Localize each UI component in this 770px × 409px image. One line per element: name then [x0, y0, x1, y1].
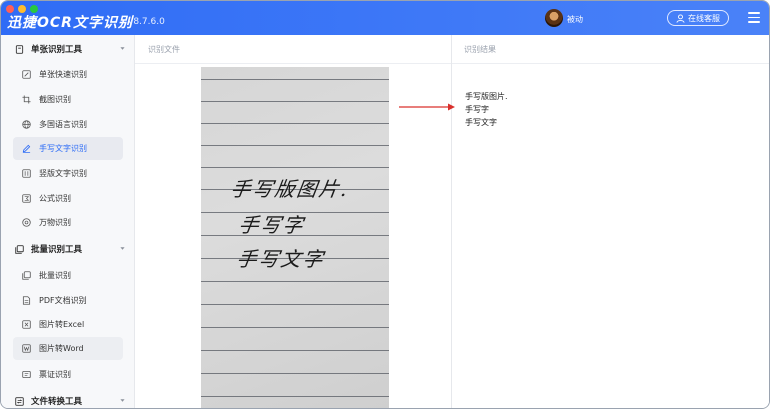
- sidebar-group-single[interactable]: 单张识别工具: [1, 37, 134, 61]
- chevron-down-icon: [120, 47, 125, 50]
- main-content: 识别文件 识别结果 手写版图片. 手写字 手写文字 手写版图片. 手写字 手写文…: [135, 35, 769, 408]
- sidebar-group-label: 批量识别工具: [31, 245, 83, 255]
- result-line: 手写字: [465, 105, 489, 114]
- sidebar-item-label: 万物识别: [39, 218, 71, 227]
- pen-icon: [22, 144, 31, 153]
- document-icon: [15, 44, 24, 54]
- result-header: 识别结果: [452, 35, 769, 64]
- crop-icon: [22, 95, 31, 104]
- chevron-down-icon: [120, 399, 125, 402]
- sidebar-item-label: 手写文字识别: [39, 144, 87, 153]
- handwriting-line: 手写文字: [235, 247, 327, 271]
- object-icon: [22, 218, 31, 227]
- handwriting-line: 手写版图片.: [229, 177, 351, 201]
- sidebar-item-label: 图片转Excel: [39, 320, 85, 329]
- handwriting-photo[interactable]: 手写版图片. 手写字 手写文字: [201, 67, 389, 408]
- recognition-result[interactable]: 手写版图片. 手写字 手写文字: [465, 90, 508, 129]
- sidebar: 单张识别工具 单张快速识别 截图识别 多国语言识别 手写文字识别 竖版文字识别 …: [1, 35, 135, 408]
- result-line: 手写文字: [465, 118, 497, 127]
- arrow-right-icon: [399, 103, 455, 111]
- handwriting-line: 手写字: [237, 213, 307, 237]
- sidebar-item-handwriting[interactable]: 手写文字识别: [13, 137, 123, 160]
- convert-icon: [15, 396, 24, 406]
- sidebar-item-label: 批量识别: [39, 271, 71, 280]
- sidebar-item-screenshot[interactable]: 截图识别: [13, 88, 123, 111]
- user-icon: [676, 13, 685, 23]
- sidebar-item-label: 竖版文字识别: [39, 169, 87, 178]
- user-name[interactable]: 被动: [567, 14, 583, 25]
- sidebar-item-multilang[interactable]: 多国语言识别: [13, 113, 123, 136]
- sidebar-item-label: 截图识别: [39, 95, 71, 104]
- sidebar-item-single-quick[interactable]: 单张快速识别: [13, 63, 123, 86]
- sidebar-item-label: 公式识别: [39, 194, 71, 203]
- sidebar-item-ticket[interactable]: 票证识别: [13, 363, 123, 386]
- source-file-header: 识别文件: [135, 35, 451, 64]
- vertical-text-icon: [22, 169, 31, 178]
- title-bar: 迅捷OCR文字识别 v8.7.6.0 被动 在线客服: [1, 1, 769, 35]
- sidebar-item-label: 票证识别: [39, 370, 71, 379]
- excel-icon: [22, 320, 31, 329]
- app-window: 迅捷OCR文字识别 v8.7.6.0 被动 在线客服 单张识别工具 单张快速识别…: [0, 0, 770, 409]
- sidebar-group-label: 单张识别工具: [31, 45, 83, 55]
- sidebar-item-formula[interactable]: 公式识别: [13, 187, 123, 210]
- batch-icon: [15, 244, 24, 254]
- sidebar-item-label: PDF文档识别: [39, 296, 87, 305]
- app-title: 迅捷OCR文字识别: [7, 15, 133, 31]
- sidebar-item-label: 单张快速识别: [39, 70, 87, 79]
- stack-icon: [22, 271, 31, 280]
- sidebar-item-label: 图片转Word: [39, 344, 84, 353]
- avatar[interactable]: [545, 9, 563, 27]
- sidebar-group-label: 文件转换工具: [31, 397, 83, 407]
- globe-icon: [22, 120, 31, 129]
- sidebar-group-convert[interactable]: 文件转换工具: [1, 389, 134, 408]
- sidebar-group-batch[interactable]: 批量识别工具: [1, 237, 134, 261]
- chevron-down-icon: [120, 247, 125, 250]
- app-version: v8.7.6.0: [128, 17, 165, 27]
- word-icon: [22, 344, 31, 353]
- edit-image-icon: [22, 70, 31, 79]
- result-line: 手写版图片.: [465, 92, 508, 101]
- ticket-icon: [22, 370, 31, 379]
- sidebar-item-vertical-text[interactable]: 竖版文字识别: [13, 162, 123, 185]
- pdf-icon: [22, 296, 31, 305]
- panel-divider: [451, 35, 452, 408]
- sidebar-item-pdf[interactable]: PDF文档识别: [13, 289, 123, 312]
- formula-icon: [22, 194, 31, 203]
- sidebar-item-word[interactable]: 图片转Word: [13, 337, 123, 360]
- online-support-label: 在线客服: [688, 13, 720, 23]
- sidebar-item-batch[interactable]: 批量识别: [13, 264, 123, 287]
- sidebar-item-excel[interactable]: 图片转Excel: [13, 313, 123, 336]
- sidebar-item-object[interactable]: 万物识别: [13, 211, 123, 234]
- menu-icon[interactable]: [748, 12, 760, 23]
- sidebar-item-label: 多国语言识别: [39, 120, 87, 129]
- online-support-button[interactable]: 在线客服: [667, 10, 729, 26]
